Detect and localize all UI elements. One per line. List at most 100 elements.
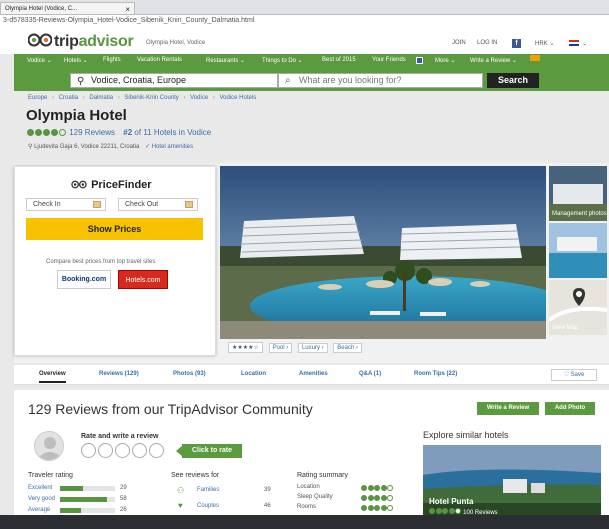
- write-review-button[interactable]: Write a Review: [477, 402, 539, 415]
- nav-more[interactable]: More ⌄: [435, 57, 455, 64]
- bubble-icon: [429, 508, 435, 514]
- bubble-icon: [387, 495, 393, 501]
- rating-excellent-bar: [60, 486, 115, 491]
- crumb-vodice-hotels[interactable]: Vodice Hotels: [220, 95, 257, 101]
- traveler-rating-heading: Traveler rating: [28, 472, 73, 479]
- tab-location[interactable]: Location: [241, 371, 266, 377]
- map-pin-icon: ⚲: [28, 144, 33, 150]
- currency-menu[interactable]: HRK ⌄: [535, 40, 554, 47]
- search-strip: ⚲ Vodice, Croatia, Europe ⌕ What are you…: [14, 70, 609, 91]
- add-photo-button[interactable]: Add Photo: [545, 402, 595, 415]
- crumb-dalmatia[interactable]: Dalmatia: [89, 95, 113, 101]
- check-icon: ✓: [145, 144, 151, 150]
- rate-bubble-3[interactable]: [115, 443, 130, 458]
- address-bar[interactable]: 3-d578335-Reviews-Olympia_Hotel-Vodice_S…: [0, 14, 609, 26]
- tag-row: ★★★★☆ Pool › Luxury › Beach ›: [228, 342, 366, 353]
- thumbnail-management[interactable]: Management photos: [549, 166, 607, 221]
- rating-verygood-label[interactable]: Very good: [28, 496, 55, 502]
- nav-restaurants[interactable]: Restaurants ⌄: [206, 57, 245, 64]
- rating-average-count: 26: [120, 507, 127, 513]
- nav-vodice[interactable]: Vodice ⌄: [27, 57, 52, 64]
- nav-flights[interactable]: Flights: [103, 57, 121, 63]
- tag-beach[interactable]: Beach ›: [333, 343, 362, 353]
- show-prices-button[interactable]: Show Prices: [26, 218, 203, 240]
- amenities-link[interactable]: ✓ Hotel amenities: [145, 144, 193, 150]
- flag-dropdown[interactable]: ⌄: [582, 40, 587, 47]
- rate-bubble-5[interactable]: [149, 443, 164, 458]
- crumb-sep: ›: [52, 95, 55, 101]
- similar-hotels-heading: Explore similar hotels: [423, 430, 509, 440]
- nav-best-of[interactable]: Best of 2015: [322, 57, 356, 63]
- tab-reviews[interactable]: Reviews (129): [99, 371, 139, 377]
- crumb-county[interactable]: Sibenik-Knin County: [124, 95, 178, 101]
- tag-luxury[interactable]: Luxury ›: [297, 343, 328, 353]
- rating-excellent-label[interactable]: Excellent: [28, 485, 52, 491]
- see-couples-link[interactable]: Couples: [197, 503, 219, 509]
- reviews-count-link[interactable]: 129 Reviews: [69, 128, 115, 137]
- rate-bubble-2[interactable]: [98, 443, 113, 458]
- nav-your-friends[interactable]: Your Friends: [372, 57, 406, 63]
- crumb-vodice[interactable]: Vodice: [190, 95, 208, 101]
- bubble-icon: [387, 485, 393, 491]
- rate-review-label: Rate and write a review: [81, 433, 159, 440]
- hotels-com-button[interactable]: Hotels.com: [118, 270, 168, 289]
- crumb-europe[interactable]: Europe: [28, 95, 47, 101]
- similar-hotel-card[interactable]: Hotel Punta 100 Reviews: [423, 445, 601, 523]
- rank-text[interactable]: of 11 Hotels in Vodice: [134, 128, 211, 137]
- tab-photos[interactable]: Photos (93): [173, 371, 206, 377]
- rating-verygood-fill: [60, 497, 107, 502]
- check-out-field[interactable]: Check Out: [118, 198, 198, 211]
- reviews-heading: 129 Reviews from our TripAdvisor Communi…: [28, 401, 313, 417]
- save-button[interactable]: ♡ Save: [551, 369, 597, 381]
- bubble-icon: [59, 129, 66, 136]
- avatar: [34, 431, 64, 461]
- logo-advisor: advisor: [78, 33, 134, 50]
- nav-write-review[interactable]: Write a Review ⌄: [470, 57, 517, 64]
- rating-verygood-bar: [60, 497, 115, 502]
- tripadvisor-logo[interactable]: tripadvisor: [28, 32, 134, 51]
- tag-pool[interactable]: Pool ›: [268, 343, 293, 353]
- facebook-icon[interactable]: f: [512, 39, 521, 48]
- booking-com-button[interactable]: Booking.com: [57, 270, 111, 289]
- crumb-croatia[interactable]: Croatia: [59, 95, 78, 101]
- rating-average-label[interactable]: Average: [28, 507, 50, 513]
- summary-sleep-bubbles: [361, 494, 394, 503]
- rank-number[interactable]: #2: [123, 128, 132, 137]
- join-link[interactable]: JOIN: [452, 40, 466, 46]
- thumbnail-pool[interactable]: [549, 223, 607, 278]
- heart-icon: ♥: [178, 501, 183, 510]
- bubble-icon: [27, 129, 34, 136]
- see-families-link[interactable]: Families: [197, 487, 219, 493]
- bubble-icon: [387, 505, 393, 511]
- rate-bubble-4[interactable]: [132, 443, 147, 458]
- tab-qa[interactable]: Q&A (1): [359, 371, 381, 377]
- tab-overview[interactable]: Overview: [39, 371, 66, 383]
- check-in-field[interactable]: Check In: [26, 198, 106, 211]
- click-to-rate-button[interactable]: Click to rate: [182, 444, 242, 458]
- nav-things-to-do[interactable]: Things to Do ⌄: [262, 57, 303, 64]
- summary-rooms-bubbles: [361, 504, 394, 513]
- search-input[interactable]: ⌕ What are you looking for?: [278, 73, 483, 88]
- hotel-main-photo[interactable]: [220, 166, 546, 339]
- hotel-address: Ljudevita Gaja 6, Vodice 22211, Croatia: [34, 144, 140, 150]
- hotel-address-line: ⚲ Ljudevita Gaja 6, Vodice 22211, Croati…: [28, 143, 193, 150]
- check-in-label: Check In: [33, 201, 61, 208]
- location-input[interactable]: ⚲ Vodice, Croatia, Europe: [70, 73, 278, 88]
- bubble-icon: [367, 505, 374, 511]
- similar-hotel-name: Hotel Punta: [429, 497, 474, 506]
- summary-location-label: Location: [297, 484, 320, 490]
- rate-bubble-1[interactable]: [81, 443, 96, 458]
- tab-room-tips[interactable]: Room Tips (22): [414, 371, 457, 377]
- login-link[interactable]: LOG IN: [477, 40, 497, 46]
- families-count: 39: [264, 487, 271, 493]
- thumbnail-map[interactable]: View Map: [549, 280, 607, 335]
- nav-hotels[interactable]: Hotels ⌄: [64, 57, 88, 64]
- flag-icon[interactable]: [569, 40, 579, 46]
- bubble-icon: [455, 508, 461, 514]
- bubble-icon: [442, 508, 448, 514]
- pricefinder-label: PriceFinder: [91, 179, 152, 191]
- bubble-icon: [367, 485, 374, 491]
- tab-amenities[interactable]: Amenities: [299, 371, 328, 377]
- search-button[interactable]: Search: [487, 73, 539, 88]
- nav-vacation-rentals[interactable]: Vacation Rentals: [137, 57, 182, 63]
